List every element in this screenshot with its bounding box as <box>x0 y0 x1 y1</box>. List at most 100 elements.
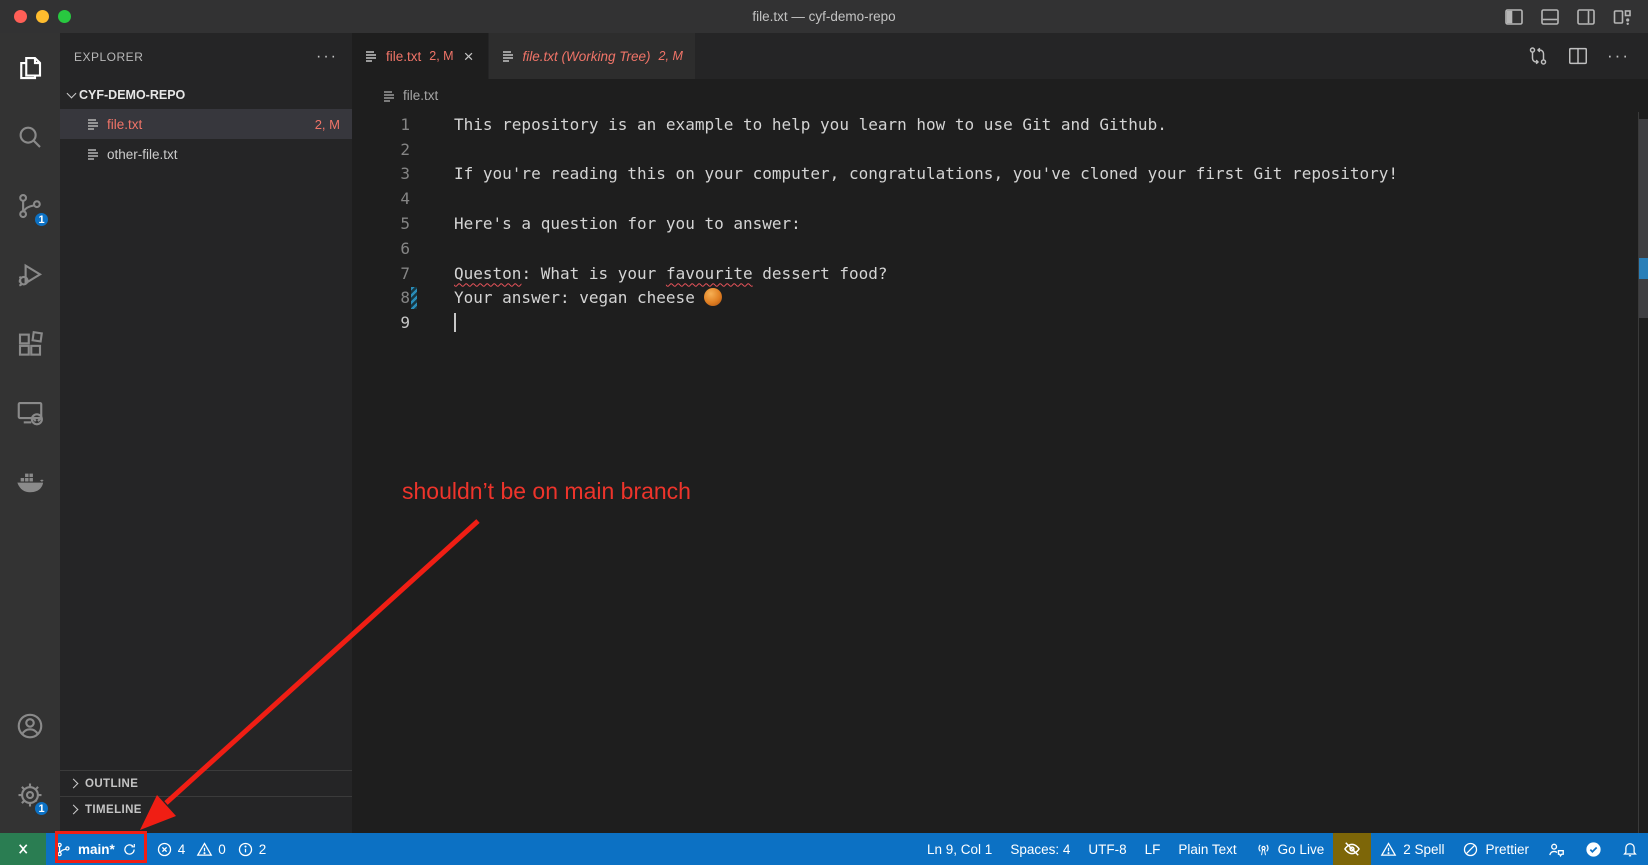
toggle-secondary-sidebar-icon[interactable] <box>1576 7 1596 27</box>
line-content: Your answer: vegan cheese 🥧 <box>426 288 722 307</box>
customize-layout-icon[interactable] <box>1612 7 1632 27</box>
line-number: 9 <box>352 313 410 332</box>
problems-indicator[interactable]: 4 0 2 <box>147 833 282 865</box>
close-window-button[interactable] <box>14 10 27 23</box>
file-item-file.txt[interactable]: file.txt 2, M <box>60 109 352 139</box>
tab-problems-badge: 2, M <box>659 49 683 63</box>
toggle-primary-sidebar-icon[interactable] <box>1504 7 1524 27</box>
panel-header-outline[interactable]: OUTLINE <box>60 770 352 796</box>
tab-bar: file.txt 2, M × file.txt (Working Tree) … <box>352 33 1648 79</box>
editor-line-6[interactable]: 6 <box>352 236 1648 261</box>
chevron-down-icon <box>67 88 77 98</box>
gutter <box>410 211 426 236</box>
text-segment: If you're reading this on your computer,… <box>454 164 1398 183</box>
extensions-icon[interactable] <box>0 309 60 378</box>
text-file-icon <box>86 117 100 131</box>
gutter <box>410 261 426 286</box>
eol-indicator[interactable]: LF <box>1136 833 1170 865</box>
editor-more-actions-icon[interactable]: ··· <box>1607 46 1630 66</box>
warning-icon <box>1380 841 1397 858</box>
file-name: file.txt <box>107 117 142 132</box>
split-editor-icon[interactable] <box>1567 45 1589 67</box>
feedback-icon[interactable] <box>1538 833 1575 865</box>
spell-problems-button[interactable]: 2 Spell <box>1371 833 1453 865</box>
line-content: Queston: What is your favourite dessert … <box>426 264 888 283</box>
close-tab-icon[interactable]: × <box>462 48 476 65</box>
gutter <box>410 162 426 187</box>
line-content: This repository is an example to help yo… <box>426 115 1167 134</box>
text-cursor <box>454 313 456 332</box>
prettier-button[interactable]: Prettier <box>1453 833 1538 865</box>
line-number: 2 <box>352 140 410 159</box>
explorer-icon[interactable] <box>0 33 60 102</box>
settings-badge: 1 <box>33 800 50 817</box>
misspelled-word: Queston <box>454 264 521 283</box>
error-icon <box>156 841 173 858</box>
indentation-indicator[interactable]: Spaces: 4 <box>1001 833 1079 865</box>
source-control-icon[interactable]: 1 <box>0 171 60 240</box>
line-content <box>426 313 456 333</box>
text-segment: dessert food? <box>753 264 888 283</box>
check-status-icon[interactable] <box>1575 833 1612 865</box>
warning-count: 0 <box>218 842 226 857</box>
text-file-icon <box>501 49 515 63</box>
status-bar: main* 4 0 2 Ln 9, Col 1 Spaces: 4 UTF-8 … <box>0 833 1648 865</box>
accounts-icon[interactable] <box>0 691 60 760</box>
folder-root[interactable]: CYF-DEMO-REPO <box>60 81 352 109</box>
minimize-window-button[interactable] <box>36 10 49 23</box>
spell-checker-eye-off-button[interactable] <box>1333 833 1371 865</box>
explorer-more-actions-icon[interactable]: ··· <box>316 48 338 66</box>
overview-ruler-modified-marker <box>1639 258 1648 279</box>
gutter <box>410 112 426 137</box>
cursor-position-indicator[interactable]: Ln 9, Col 1 <box>918 833 1001 865</box>
line-content: Here's a question for you to answer: <box>426 214 801 233</box>
line-number: 5 <box>352 214 410 233</box>
error-count: 4 <box>178 842 186 857</box>
file-item-other-file.txt[interactable]: other-file.txt <box>60 139 352 169</box>
sync-changes-icon <box>121 841 138 858</box>
line-number: 8 <box>352 288 410 307</box>
scrollbar-thumb[interactable] <box>1639 119 1648 318</box>
text-file-icon <box>86 147 100 161</box>
editor-line-1[interactable]: 1This repository is an example to help y… <box>352 112 1648 137</box>
tab-file-txt-working-tree[interactable]: file.txt (Working Tree) 2, M <box>488 33 695 79</box>
editor-line-9[interactable]: 9 <box>352 310 1648 335</box>
file-decoration-badge: 2, M <box>315 117 340 132</box>
editor-scrollbar <box>1638 112 1648 833</box>
encoding-indicator[interactable]: UTF-8 <box>1079 833 1135 865</box>
editor-line-5[interactable]: 5 Here's a question for you to answer: <box>352 211 1648 236</box>
toggle-panel-icon[interactable] <box>1540 7 1560 27</box>
remote-explorer-icon[interactable] <box>0 378 60 447</box>
branch-name: main* <box>78 842 115 857</box>
tab-problems-badge: 2, M <box>429 49 453 63</box>
line-number: 6 <box>352 239 410 258</box>
info-count: 2 <box>259 842 267 857</box>
editor-line-3[interactable]: 3If you're reading this on your computer… <box>352 162 1648 187</box>
traffic-lights <box>0 10 71 23</box>
title-bar: file.txt — cyf-demo-repo <box>0 0 1648 33</box>
go-live-button[interactable]: Go Live <box>1246 833 1334 865</box>
editor-line-7[interactable]: 7Queston: What is your favourite dessert… <box>352 261 1648 286</box>
editor-line-2[interactable]: 2 <box>352 137 1648 162</box>
breadcrumb[interactable]: file.txt <box>352 79 1648 112</box>
explorer-sidebar: EXPLORER ··· CYF-DEMO-REPO file.txt2, Mo… <box>60 33 352 833</box>
editor-line-4[interactable]: 4 <box>352 186 1648 211</box>
remote-indicator[interactable] <box>0 833 46 865</box>
panel-header-timeline[interactable]: TIMELINE <box>60 796 352 822</box>
warning-icon <box>196 841 213 858</box>
window-title: file.txt — cyf-demo-repo <box>0 9 1648 24</box>
gutter <box>410 137 426 162</box>
line-number: 4 <box>352 189 410 208</box>
search-icon[interactable] <box>0 102 60 171</box>
zoom-window-button[interactable] <box>58 10 71 23</box>
language-mode-indicator[interactable]: Plain Text <box>1169 833 1245 865</box>
notifications-bell-icon[interactable] <box>1612 833 1648 865</box>
git-branch-indicator[interactable]: main* <box>46 833 147 865</box>
settings-gear-icon[interactable]: 1 <box>0 760 60 829</box>
tab-label: file.txt <box>386 49 421 64</box>
run-and-debug-icon[interactable] <box>0 240 60 309</box>
docker-icon[interactable] <box>0 447 60 516</box>
open-changes-icon[interactable] <box>1527 45 1549 67</box>
editor-line-8[interactable]: 8 Your answer: vegan cheese 🥧 <box>352 286 1648 311</box>
tab-file-txt[interactable]: file.txt 2, M × <box>352 33 488 79</box>
